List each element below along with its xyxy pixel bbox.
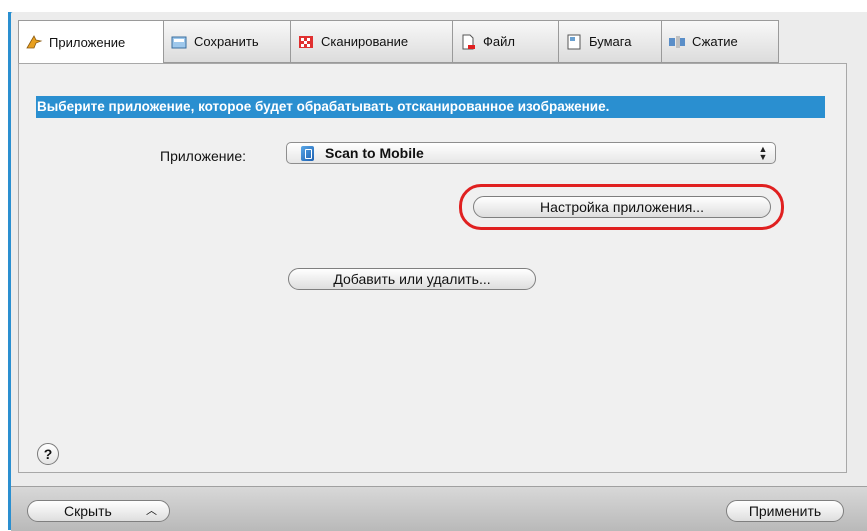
tab-label: Сжатие bbox=[692, 34, 738, 49]
tab-label: Бумага bbox=[589, 34, 632, 49]
save-icon bbox=[170, 34, 188, 50]
application-select[interactable]: Scan to Mobile ▲ ▼ bbox=[286, 142, 776, 164]
application-label: Приложение: bbox=[160, 148, 247, 164]
tab-compression[interactable]: Сжатие bbox=[661, 20, 779, 63]
tab-scanning[interactable]: Сканирование bbox=[290, 20, 452, 63]
tab-application[interactable]: Приложение bbox=[18, 20, 163, 64]
hide-button[interactable]: Скрыть ︿ bbox=[27, 500, 170, 522]
chevron-up-icon: ︿ bbox=[146, 505, 157, 517]
tab-label: Сохранить bbox=[194, 34, 259, 49]
highlight-circle bbox=[459, 184, 784, 230]
tab-paper[interactable]: Бумага bbox=[558, 20, 661, 63]
scan-icon bbox=[297, 34, 315, 50]
application-icon bbox=[25, 34, 43, 50]
tab-label: Файл bbox=[483, 34, 515, 49]
scan-to-mobile-icon bbox=[301, 146, 314, 161]
file-icon bbox=[459, 34, 477, 50]
help-button[interactable]: ? bbox=[37, 443, 59, 465]
tab-label: Приложение bbox=[49, 34, 126, 50]
paper-icon bbox=[565, 34, 583, 50]
instruction-banner: Выберите приложение, которое будет обраб… bbox=[36, 96, 825, 118]
compression-icon bbox=[668, 34, 686, 50]
select-arrows-icon: ▲ ▼ bbox=[758, 144, 768, 162]
add-remove-button[interactable]: Добавить или удалить... bbox=[288, 268, 536, 290]
tab-save[interactable]: Сохранить bbox=[163, 20, 290, 63]
tab-file[interactable]: Файл bbox=[452, 20, 558, 63]
tab-label: Сканирование bbox=[321, 34, 409, 49]
hide-button-label: Скрыть bbox=[64, 503, 112, 519]
apply-button[interactable]: Применить bbox=[726, 500, 844, 522]
tab-bar: Приложение Сохранить Сканирование Файл Б… bbox=[18, 20, 779, 64]
application-select-value: Scan to Mobile bbox=[325, 145, 424, 161]
